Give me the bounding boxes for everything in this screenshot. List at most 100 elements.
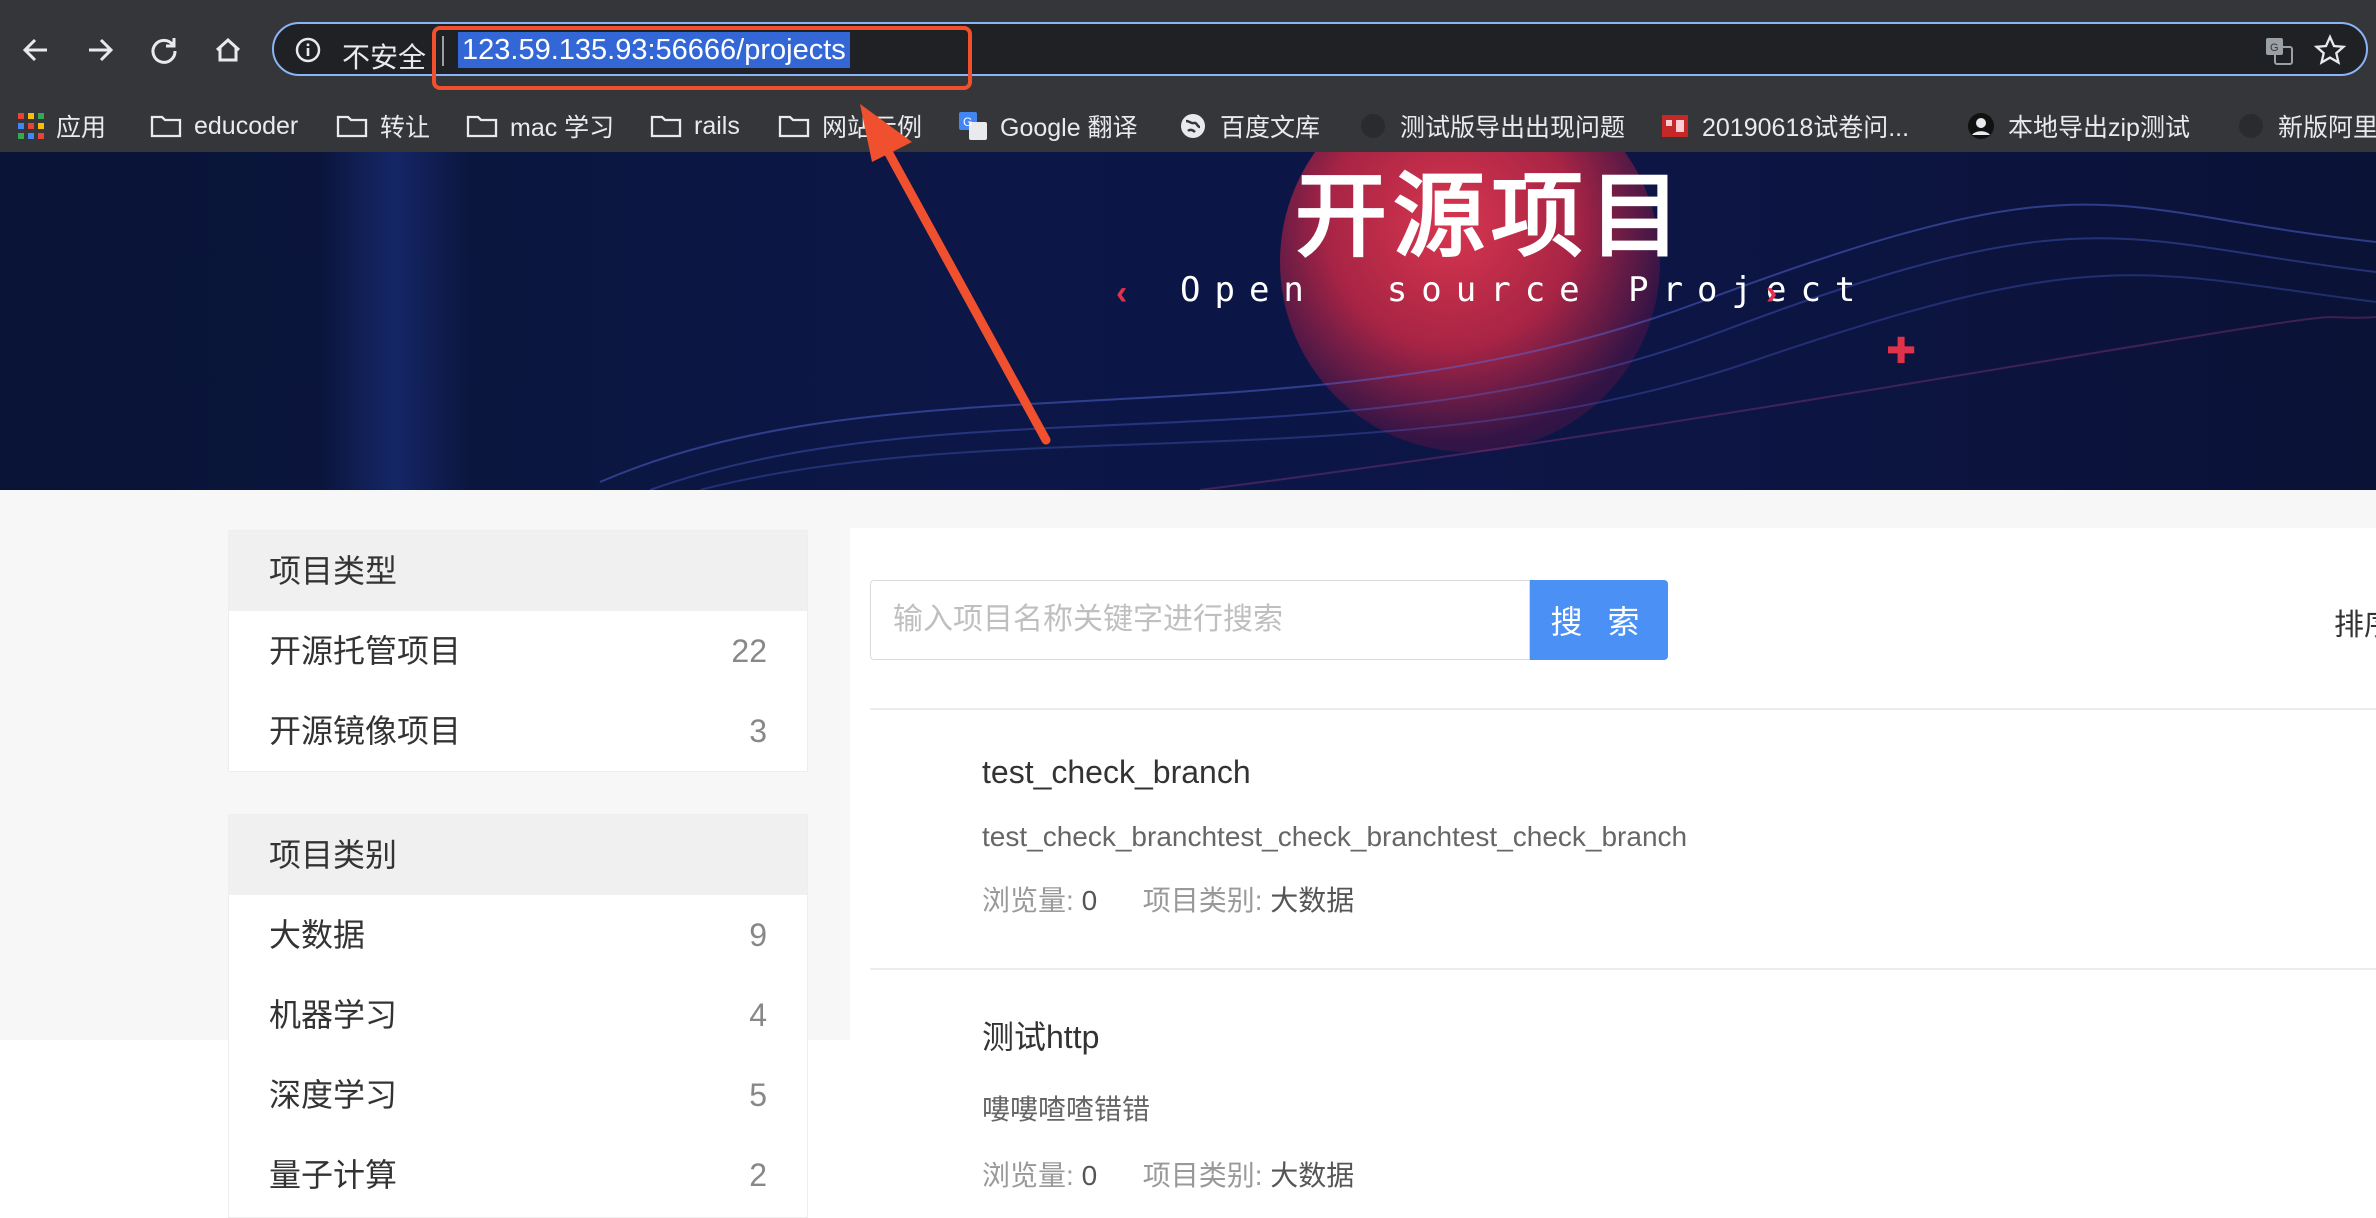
forward-button[interactable] bbox=[78, 28, 122, 72]
bookmark-exam-issue[interactable]: 20190618试卷问... bbox=[1660, 100, 1909, 152]
sort-label[interactable]: 排序 bbox=[2334, 600, 2376, 644]
sidebar-item-label: 开源镜像项目 bbox=[269, 713, 462, 749]
google-translate-icon: G bbox=[958, 111, 988, 141]
bookmark-label: rails bbox=[694, 111, 740, 140]
project-list-item: test_check_branch test_check_branchtest_… bbox=[982, 754, 1687, 919]
bookmark-folder-mac[interactable]: mac 学习 bbox=[466, 100, 614, 152]
list-divider bbox=[870, 708, 2376, 710]
project-category-panel: 项目类别 大数据 9 机器学习 4 深度学习 5 量子计算 2 bbox=[228, 814, 808, 1218]
search-input[interactable] bbox=[870, 580, 1530, 660]
project-list-main: 搜 索 排序 test_check_branch test_check_bran… bbox=[850, 528, 2376, 1218]
sidebar-item-count: 3 bbox=[749, 713, 767, 749]
project-description: test_check_branchtest_check_branchtest_c… bbox=[982, 821, 1688, 852]
bookmark-apps[interactable]: 应用 bbox=[18, 100, 106, 152]
plus-decoration-icon: ✚ bbox=[1886, 330, 1917, 371]
sidebar-item-count: 9 bbox=[749, 917, 767, 953]
home-icon bbox=[215, 37, 241, 62]
views-label: 浏览量: bbox=[982, 1160, 1074, 1191]
folder-icon bbox=[778, 114, 810, 138]
project-title-link[interactable]: 测试http bbox=[982, 1012, 1354, 1058]
bookmark-google-translate[interactable]: G Google 翻译 bbox=[958, 100, 1138, 152]
sidebar-item-label: 量子计算 bbox=[269, 1157, 398, 1193]
bookmark-folder-transfer[interactable]: 转让 bbox=[336, 100, 430, 152]
sidebar-item-quantum-computing[interactable]: 量子计算 2 bbox=[229, 1135, 807, 1215]
views-count: 0 bbox=[1081, 885, 1098, 916]
sidebar-item-count: 22 bbox=[731, 633, 767, 669]
bookmark-folder-rails[interactable]: rails bbox=[650, 100, 740, 152]
security-label: 不安全 bbox=[342, 42, 427, 73]
bookmark-label: 转让 bbox=[380, 114, 431, 142]
bookmark-label: 20190618试卷问... bbox=[1702, 114, 1910, 142]
folder-icon bbox=[466, 114, 498, 138]
project-category-header: 项目类别 bbox=[229, 815, 807, 895]
sidebar-item-hosted[interactable]: 开源托管项目 22 bbox=[229, 611, 807, 691]
banner-wave-lines bbox=[599, 203, 2376, 490]
sidebar-item-label: 开源托管项目 bbox=[269, 633, 462, 669]
bookmark-export-issue[interactable]: 测试版导出出现问题 bbox=[1358, 100, 1625, 152]
views-count: 0 bbox=[1081, 1160, 1098, 1191]
bookmark-label: Google 翻译 bbox=[1000, 114, 1138, 142]
browser-toolbar: 不安全 123.59.135.93:56666/projects G bbox=[0, 0, 2376, 100]
bookmark-label: educoder bbox=[194, 111, 299, 140]
sidebar-item-deep-learning[interactable]: 深度学习 5 bbox=[229, 1055, 807, 1135]
bookmark-local-export[interactable]: 本地导出zip测试 bbox=[1966, 100, 2190, 152]
url-highlight-box bbox=[432, 26, 972, 90]
sidebar-item-label: 深度学习 bbox=[269, 1077, 398, 1113]
sidebar-item-label: 机器学习 bbox=[269, 997, 398, 1033]
project-meta: 浏览量: 0 项目类别: 大数据 bbox=[982, 1154, 1354, 1194]
hero-banner: 开源项目 ‹ Open source Project › ✚ bbox=[0, 152, 2376, 490]
reload-button[interactable] bbox=[142, 28, 186, 72]
bookmark-label: 百度文库 bbox=[1220, 114, 1321, 142]
bookmark-label: 网站示例 bbox=[822, 114, 923, 142]
list-divider bbox=[870, 968, 2376, 970]
site-favicon bbox=[1660, 111, 1690, 141]
back-button[interactable] bbox=[14, 28, 58, 72]
sidebar-item-big-data[interactable]: 大数据 9 bbox=[229, 895, 807, 975]
bookmark-label: 应用 bbox=[56, 114, 107, 142]
reload-icon bbox=[151, 38, 177, 64]
bookmark-label: 测试版导出出现问题 bbox=[1400, 114, 1626, 142]
category-value: 大数据 bbox=[1270, 885, 1355, 916]
bookmark-star-icon[interactable] bbox=[2313, 34, 2347, 66]
globe-icon bbox=[1178, 111, 1208, 141]
bookmark-label: mac 学习 bbox=[510, 114, 615, 142]
site-info-icon[interactable] bbox=[294, 36, 322, 64]
sidebar-item-mirror[interactable]: 开源镜像项目 3 bbox=[229, 691, 807, 771]
search-button[interactable]: 搜 索 bbox=[1530, 580, 1668, 660]
forward-arrow-icon bbox=[89, 38, 114, 62]
folder-icon bbox=[650, 114, 682, 138]
chevron-right-icon: › bbox=[1766, 274, 1778, 312]
github-icon bbox=[1358, 111, 1388, 141]
chevron-left-icon: ‹ bbox=[1116, 274, 1128, 312]
apps-grid-icon bbox=[18, 113, 44, 139]
views-label: 浏览量: bbox=[982, 885, 1074, 916]
site-favicon bbox=[2236, 111, 2266, 141]
bookmarks-bar: 应用 educoder 转让 mac 学习 rails 网站示例 G Googl… bbox=[0, 100, 2376, 152]
back-arrow-icon bbox=[22, 38, 47, 62]
sidebar-item-count: 2 bbox=[749, 1157, 767, 1193]
project-meta: 浏览量: 0 项目类别: 大数据 bbox=[982, 879, 1687, 919]
category-label: 项目类别: bbox=[1142, 1160, 1263, 1191]
category-label: 项目类别: bbox=[1142, 885, 1263, 916]
bookmark-new-ali[interactable]: 新版阿里 bbox=[2236, 100, 2376, 152]
bookmark-folder-educoder[interactable]: educoder bbox=[150, 100, 298, 152]
project-type-panel: 项目类型 开源托管项目 22 开源镜像项目 3 bbox=[228, 530, 808, 772]
translate-icon[interactable]: G bbox=[2264, 36, 2294, 66]
svg-text:G: G bbox=[963, 115, 972, 129]
sidebar-item-machine-learning[interactable]: 机器学习 4 bbox=[229, 975, 807, 1055]
folder-icon bbox=[336, 114, 368, 138]
sidebar-item-label: 大数据 bbox=[269, 917, 366, 953]
project-list-item: 测试http 嘍嘍喳喳错错 浏览量: 0 项目类别: 大数据 bbox=[982, 1012, 1354, 1194]
project-type-header: 项目类型 bbox=[229, 531, 807, 611]
bookmark-baidu-wenku[interactable]: 百度文库 bbox=[1178, 100, 1320, 152]
bookmark-folder-examples[interactable]: 网站示例 bbox=[778, 100, 922, 152]
category-value: 大数据 bbox=[1270, 1160, 1355, 1191]
project-description: 嘍嘍喳喳错错 bbox=[982, 1094, 1151, 1125]
svg-text:G: G bbox=[2270, 42, 2279, 54]
bookmark-label: 本地导出zip测试 bbox=[2008, 114, 2190, 142]
home-button[interactable] bbox=[206, 28, 250, 72]
avatar-icon bbox=[1966, 111, 1996, 141]
bookmark-label: 新版阿里 bbox=[2278, 114, 2376, 142]
sidebar-item-count: 5 bbox=[749, 1077, 767, 1113]
project-title-link[interactable]: test_check_branch bbox=[982, 754, 1687, 791]
